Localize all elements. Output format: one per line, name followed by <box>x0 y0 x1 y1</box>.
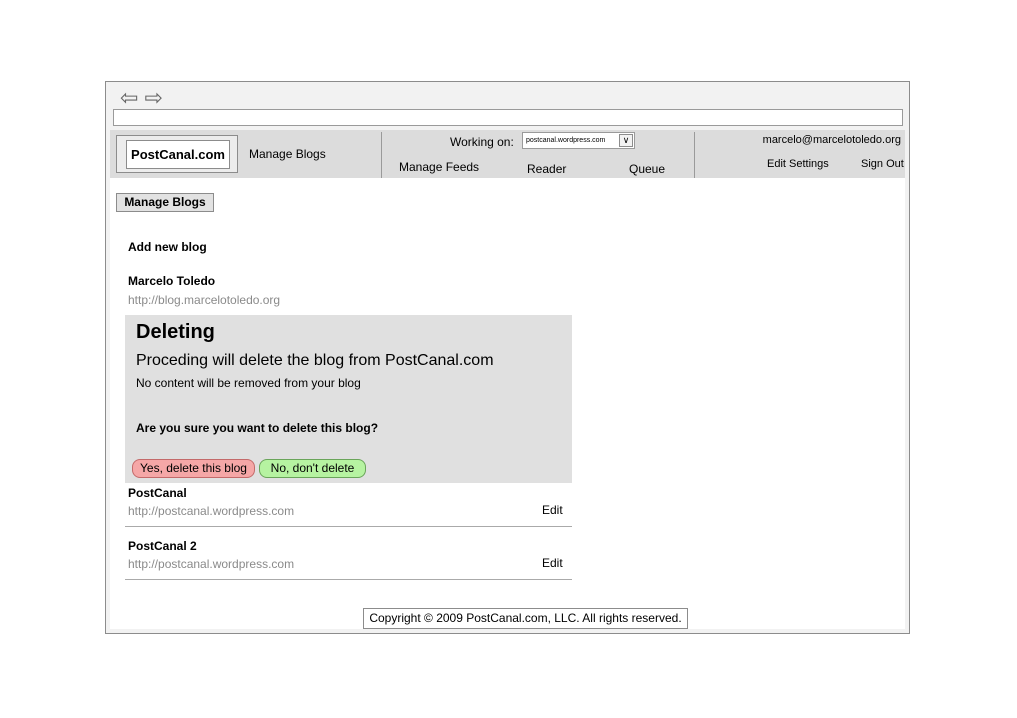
blog-url: http://postcanal.wordpress.com <box>128 557 295 571</box>
chevron-down-icon[interactable]: ∨ <box>619 134 633 147</box>
section-title-manage-blogs: Manage Blogs <box>116 193 214 212</box>
header-divider <box>381 132 382 178</box>
working-blog-select[interactable]: postcanal.wordpress.com ∨ <box>522 132 635 149</box>
blog-name: PostCanal 2 <box>128 539 197 553</box>
address-bar[interactable] <box>113 109 903 126</box>
selected-blog-value: postcanal.wordpress.com <box>526 137 606 144</box>
logo-frame: PostCanal.com <box>116 135 238 173</box>
site-logo[interactable]: PostCanal.com <box>126 140 230 169</box>
edit-blog-link[interactable]: Edit <box>542 503 563 517</box>
nav-arrows: ⇦ ⇨ <box>120 87 163 109</box>
site-header: PostCanal.com Manage Blogs Working on: p… <box>110 130 905 178</box>
row-divider <box>125 526 572 527</box>
forward-arrow-icon[interactable]: ⇨ <box>144 87 162 109</box>
edit-settings-link[interactable]: Edit Settings <box>767 158 829 170</box>
nav-manage-blogs[interactable]: Manage Blogs <box>249 147 326 161</box>
sign-out-link[interactable]: Sign Out <box>861 158 904 170</box>
working-on-label: Working on: <box>450 135 514 149</box>
browser-window: ⇦ ⇨ PostCanal.com Manage Blogs Working o… <box>105 81 910 634</box>
back-arrow-icon[interactable]: ⇦ <box>120 87 138 109</box>
row-divider <box>125 579 572 580</box>
delete-dialog-title: Deleting <box>136 321 215 343</box>
delete-confirmation-panel: Deleting Proceding will delete the blog … <box>125 315 572 483</box>
nav-manage-feeds[interactable]: Manage Feeds <box>399 160 479 174</box>
page-viewport: PostCanal.com Manage Blogs Working on: p… <box>110 130 905 629</box>
blog-url: http://postcanal.wordpress.com <box>128 504 295 518</box>
delete-dialog-question: Are you sure you want to delete this blo… <box>136 421 379 435</box>
confirm-delete-button[interactable]: Yes, delete this blog <box>132 459 255 478</box>
delete-dialog-subtitle: Proceding will delete the blog from Post… <box>136 352 494 369</box>
blog-url: http://blog.marcelotoledo.org <box>128 293 281 307</box>
user-email: marcelo@marcelotoledo.org <box>762 134 901 146</box>
delete-dialog-note: No content will be removed from your blo… <box>136 376 361 390</box>
header-divider <box>694 132 695 178</box>
edit-blog-link[interactable]: Edit <box>542 556 563 570</box>
blog-name: PostCanal <box>128 486 187 500</box>
nav-reader[interactable]: Reader <box>527 162 566 176</box>
blog-name: Marcelo Toledo <box>128 274 216 288</box>
footer-copyright: Copyright © 2009 PostCanal.com, LLC. All… <box>363 608 688 629</box>
cancel-delete-button[interactable]: No, don't delete <box>259 459 366 478</box>
add-new-blog-link[interactable]: Add new blog <box>128 240 207 254</box>
nav-queue[interactable]: Queue <box>629 162 665 176</box>
